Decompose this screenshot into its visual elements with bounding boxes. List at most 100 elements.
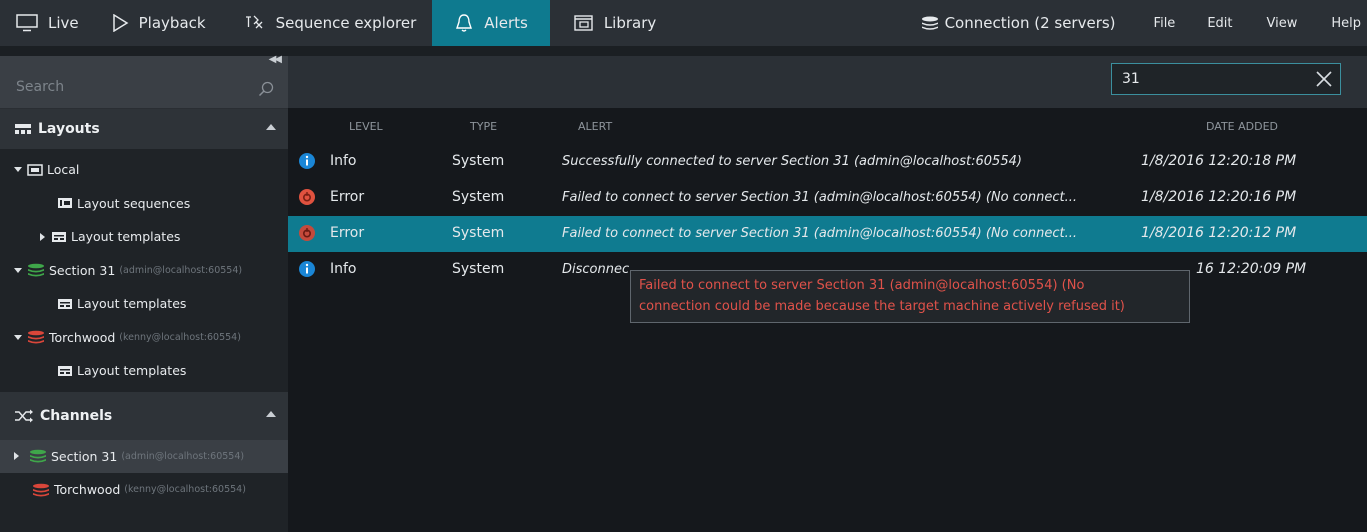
tree-item-layout-templates[interactable]: Layout templates bbox=[0, 220, 288, 254]
tree-item-torchwood[interactable]: Torchwood (kenny@localhost:60554) bbox=[0, 321, 288, 355]
row-date: 1/8/2016 12:20:18 PM bbox=[1141, 153, 1297, 169]
sequence-icon bbox=[245, 15, 263, 29]
alerts-toolbar bbox=[288, 56, 1367, 108]
menu-edit[interactable]: Edit bbox=[1189, 0, 1246, 46]
column-date-added[interactable]: DATE ADDED bbox=[1206, 120, 1278, 133]
layout-template-icon bbox=[58, 365, 72, 376]
layout-sequence-icon bbox=[58, 198, 72, 209]
column-level[interactable]: LEVEL bbox=[349, 120, 383, 133]
expand-arrow-icon[interactable] bbox=[14, 452, 19, 461]
tab-alerts[interactable]: Alerts bbox=[432, 0, 550, 46]
tree-item-label: Layout sequences bbox=[77, 195, 191, 211]
tab-playback[interactable]: Playback bbox=[95, 0, 222, 46]
tab-alerts-label: Alerts bbox=[484, 14, 528, 32]
row-alert: Failed to connect to server Section 31 (… bbox=[562, 226, 1077, 241]
row-alert: Disconnec bbox=[562, 262, 630, 277]
server-green-icon bbox=[28, 263, 44, 277]
channel-item-section-31[interactable]: Section 31 (admin@localhost:60554) bbox=[0, 439, 288, 473]
channels-section-header[interactable]: Channels bbox=[0, 391, 288, 440]
channels-title: Channels bbox=[40, 407, 113, 424]
layouts-section-header[interactable]: Layouts bbox=[0, 109, 288, 149]
menu-help[interactable]: Help bbox=[1311, 0, 1367, 46]
search-input[interactable] bbox=[14, 78, 238, 96]
tree-item-label: Torchwood bbox=[49, 329, 116, 345]
tooltip-line-2: connection could be made because the tar… bbox=[639, 299, 1125, 314]
folder-layout-icon bbox=[27, 164, 43, 176]
tab-library[interactable]: Library bbox=[550, 0, 672, 46]
alert-filter bbox=[1111, 63, 1341, 95]
row-date: 1/8/2016 12:20:16 PM bbox=[1141, 189, 1297, 205]
tree-item-label: Local bbox=[47, 162, 80, 178]
column-type[interactable]: TYPE bbox=[470, 120, 497, 133]
tree-item-sublabel: (admin@localhost:60554) bbox=[119, 264, 243, 276]
connection-label: Connection (2 servers) bbox=[944, 14, 1116, 32]
tab-library-label: Library bbox=[603, 14, 657, 32]
server-green-icon bbox=[30, 449, 46, 463]
shuffle-icon bbox=[15, 409, 33, 422]
servers-icon bbox=[921, 16, 938, 30]
collapse-caret-icon[interactable] bbox=[266, 410, 276, 417]
expand-arrow-icon[interactable] bbox=[14, 334, 22, 340]
tree-item-layout-templates[interactable]: Layout templates bbox=[0, 354, 288, 388]
layouts-title: Layouts bbox=[38, 121, 100, 137]
search-icon[interactable] bbox=[258, 81, 274, 97]
tree-item-label: Layout templates bbox=[77, 363, 187, 379]
tree-item-local[interactable]: Local bbox=[0, 153, 288, 187]
collapse-sidebar-icon[interactable]: ◀◀ bbox=[269, 54, 282, 65]
connection-button[interactable]: Connection (2 servers) bbox=[907, 0, 1130, 46]
expand-arrow-icon[interactable] bbox=[40, 232, 45, 241]
collapse-caret-icon[interactable] bbox=[266, 124, 276, 130]
menu-file[interactable]: File bbox=[1140, 0, 1190, 46]
layout-template-icon bbox=[58, 298, 72, 309]
row-date: 16 12:20:09 PM bbox=[1196, 261, 1307, 277]
row-alert: Successfully connected to server Section… bbox=[562, 154, 1022, 169]
layout-template-icon bbox=[52, 231, 66, 242]
close-icon[interactable] bbox=[1314, 69, 1334, 89]
tree-item-label: Layout templates bbox=[77, 296, 187, 312]
server-red-icon bbox=[33, 483, 49, 497]
column-alert[interactable]: ALERT bbox=[578, 120, 612, 133]
tab-live-label: Live bbox=[48, 14, 79, 32]
row-type: System bbox=[452, 189, 505, 205]
expand-arrow-icon[interactable] bbox=[14, 167, 22, 173]
tree-item-label: Torchwood bbox=[54, 482, 121, 498]
monitor-icon bbox=[16, 14, 38, 32]
row-level: Error bbox=[330, 225, 365, 241]
channel-item-torchwood[interactable]: Torchwood (kenny@localhost:60554) bbox=[0, 473, 288, 507]
error-icon bbox=[299, 189, 315, 205]
expand-arrow-icon[interactable] bbox=[14, 267, 22, 273]
tree-item-label: Section 31 bbox=[51, 448, 118, 464]
tree-item-label: Layout templates bbox=[71, 229, 181, 245]
table-row[interactable]: Info System Successfully connected to se… bbox=[288, 144, 1367, 180]
alert-tooltip: Failed to connect to server Section 31 (… bbox=[630, 270, 1190, 323]
menu-view[interactable]: View bbox=[1247, 0, 1312, 46]
tree-item-layout-templates[interactable]: Layout templates bbox=[0, 287, 288, 321]
layouts-icon bbox=[15, 124, 31, 134]
row-level: Info bbox=[330, 261, 357, 277]
tree-item-label: Section 31 bbox=[49, 262, 116, 278]
bell-icon bbox=[456, 14, 473, 32]
tree-item-layout-sequences[interactable]: Layout sequences bbox=[0, 187, 288, 221]
tree-item-sublabel: (kenny@localhost:60554) bbox=[119, 331, 241, 343]
tab-sequence-explorer[interactable]: Sequence explorer bbox=[222, 0, 433, 46]
filter-input[interactable] bbox=[1120, 70, 1304, 88]
info-icon bbox=[299, 153, 315, 169]
play-icon bbox=[112, 14, 129, 32]
row-alert: Failed to connect to server Section 31 (… bbox=[562, 190, 1077, 205]
tree-item-sublabel: (kenny@localhost:60554) bbox=[124, 484, 246, 496]
row-level: Error bbox=[330, 189, 365, 205]
sidebar: ◀◀ Layouts Local Layout sequences Layout… bbox=[0, 54, 288, 532]
error-icon bbox=[299, 225, 315, 241]
tab-live[interactable]: Live bbox=[0, 0, 95, 46]
tab-playback-label: Playback bbox=[138, 14, 206, 32]
server-red-icon bbox=[28, 330, 44, 344]
sidebar-search bbox=[0, 70, 288, 109]
tree-item-section-31[interactable]: Section 31 (admin@localhost:60554) bbox=[0, 254, 288, 288]
info-icon bbox=[299, 261, 315, 277]
row-level: Info bbox=[330, 153, 357, 169]
library-icon bbox=[574, 15, 593, 31]
sidebar-collapse-bar: ◀◀ bbox=[0, 54, 288, 70]
tree-item-sublabel: (admin@localhost:60554) bbox=[121, 450, 245, 462]
table-row[interactable]: Error System Failed to connect to server… bbox=[288, 216, 1367, 252]
table-row[interactable]: Error System Failed to connect to server… bbox=[288, 180, 1367, 216]
